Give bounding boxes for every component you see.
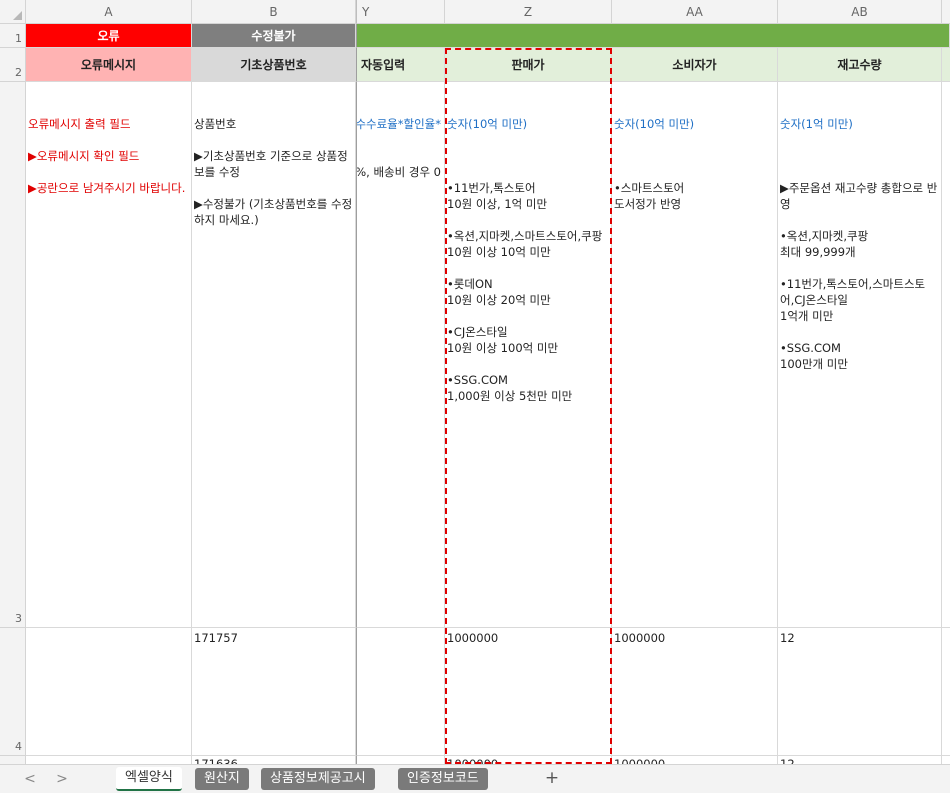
sheet-tab-origin[interactable]: 원산지 xyxy=(195,768,249,790)
header-consumer-price[interactable]: 소비자가 xyxy=(612,48,778,82)
header-base-product-number[interactable]: 기초상품번호 xyxy=(192,48,356,82)
cell-ab3-description[interactable]: 숫자(1억 미만) ▶주문옵션 재고수량 총합으로 반영 •옥션,지마켓,쿠팡 … xyxy=(778,82,942,628)
cell-a4[interactable] xyxy=(26,628,192,756)
cell-y5[interactable] xyxy=(356,756,445,764)
sheet-tab-certification-code[interactable]: 인증정보코드 xyxy=(398,768,488,790)
error-group-header[interactable]: 오류 xyxy=(26,24,192,48)
select-all-corner[interactable] xyxy=(0,0,26,24)
cell-ab4[interactable]: 12 xyxy=(778,628,942,756)
add-sheet-plus-icon[interactable]: + xyxy=(543,768,561,788)
header-auto-input[interactable]: 자동입력 xyxy=(356,48,445,82)
description-text: 오류메시지 출력 필드 ▶오류메시지 확인 필드 ▶공란으로 남겨주시기 바랍니… xyxy=(28,117,186,195)
column-header-next[interactable] xyxy=(942,0,950,24)
row-header-1[interactable]: 1 xyxy=(0,24,26,48)
cell-z5[interactable]: 1000000 xyxy=(445,756,612,764)
column-header-ab[interactable]: AB xyxy=(778,0,942,24)
row-header-4[interactable]: 4 xyxy=(0,628,26,756)
column-header-a[interactable]: A xyxy=(26,0,192,24)
description-type-value: 수수료율*할인율* xyxy=(356,117,441,131)
column-header-z[interactable]: Z xyxy=(445,0,612,24)
description-text: 상품번호 ▶기초상품번호 기준으로 상품정보를 수정 ▶수정불가 (기초상품번호… xyxy=(194,117,353,227)
cell-b4[interactable]: 171757 xyxy=(192,628,356,756)
sheet-nav-prev-icon[interactable]: < xyxy=(20,771,40,787)
row-number: 3 xyxy=(15,612,22,625)
sheet-tab-product-info-notice[interactable]: 상품정보제공고시 xyxy=(261,768,375,790)
column-header-y[interactable]: Y xyxy=(356,0,445,24)
description-type-text: 수수료율*할인율* xyxy=(356,116,441,132)
row-number: 4 xyxy=(15,740,22,753)
cell-aa4[interactable]: 1000000 xyxy=(612,628,778,756)
column-header-aa[interactable]: AA xyxy=(612,0,778,24)
row-header-2[interactable]: 2 xyxy=(0,48,26,82)
cell-a3-description[interactable]: 오류메시지 출력 필드 ▶오류메시지 확인 필드 ▶공란으로 남겨주시기 바랍니… xyxy=(26,82,192,628)
description-type-text: 숫자(1억 미만) xyxy=(780,117,853,131)
description-type-text: 숫자(10억 미만) xyxy=(614,117,695,131)
description-text: •스마트스토어 도서정가 반영 xyxy=(614,181,685,211)
header-stock-quantity[interactable]: 재고수량 xyxy=(778,48,942,82)
sheet-nav-next-icon[interactable]: > xyxy=(52,771,72,787)
row-number: 1 xyxy=(15,32,22,45)
cell-y3-description[interactable]: 수수료율*할인율* 으로 판매가를 동입력 시 우측 판 반영 10%, 마켓수… xyxy=(356,82,445,628)
column-header-b[interactable]: B xyxy=(192,0,356,24)
cell-a5[interactable] xyxy=(26,756,192,764)
description-text: ▶주문옵션 재고수량 총합으로 반영 •옥션,지마켓,쿠팡 최대 99,999개… xyxy=(780,181,938,371)
sheet-tab-bar: < > 엑셀양식 원산지 상품정보제공고시 인증정보코드 + xyxy=(0,764,950,793)
cell-y4[interactable] xyxy=(356,628,445,756)
row-header-5[interactable] xyxy=(0,756,26,764)
cell-z3-description[interactable]: 숫자(10억 미만) •11번가,톡스토어 10원 이상, 1억 미만 •옥션,… xyxy=(445,82,612,628)
description-text: 으로 판매가를 동입력 시 우측 판 반영 10%, 마켓수수 인율 0%, 배… xyxy=(356,165,441,179)
cell-aa3-description[interactable]: 숫자(10억 미만) •스마트스토어 도서정가 반영 xyxy=(612,82,778,628)
cell-next-partial[interactable] xyxy=(942,628,950,756)
header-sale-price[interactable]: 판매가 xyxy=(445,48,612,82)
row-number: 2 xyxy=(15,66,22,79)
cell-aa5[interactable]: 1000000 xyxy=(612,756,778,764)
sheet-tab-excel-form[interactable]: 엑셀양식 xyxy=(116,767,182,791)
locked-group-header[interactable]: 수정불가 xyxy=(192,24,356,48)
cell-b5[interactable]: 171636 xyxy=(192,756,356,764)
header-error-message[interactable]: 오류메시지 xyxy=(26,48,192,82)
cell-z4[interactable]: 1000000 xyxy=(445,628,612,756)
green-group-header[interactable] xyxy=(356,24,950,48)
description-text: •11번가,톡스토어 10원 이상, 1억 미만 •옥션,지마켓,스마트스토어,… xyxy=(447,181,603,403)
cell-next-partial[interactable] xyxy=(942,82,950,628)
description-type-text: 숫자(10억 미만) xyxy=(447,117,528,131)
cell-ab5[interactable]: 12 xyxy=(778,756,942,764)
row-header-3[interactable]: 3 xyxy=(0,82,26,628)
cell-b3-description[interactable]: 상품번호 ▶기초상품번호 기준으로 상품정보를 수정 ▶수정불가 (기초상품번호… xyxy=(192,82,356,628)
header-next-partial[interactable] xyxy=(942,48,950,82)
